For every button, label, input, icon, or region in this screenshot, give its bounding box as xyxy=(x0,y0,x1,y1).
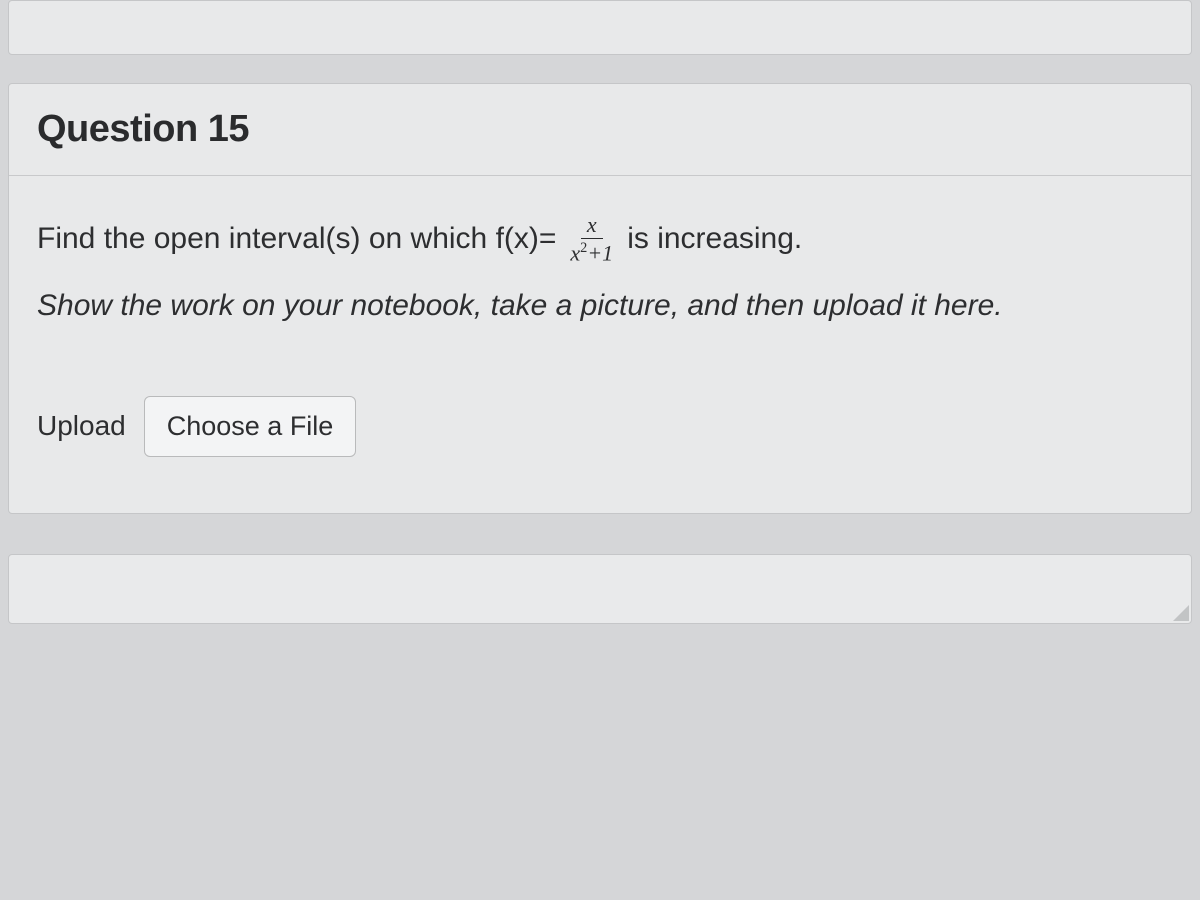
question-body: Find the open interval(s) on which f(x)=… xyxy=(9,176,1191,513)
math-fraction: x x2+1 xyxy=(566,214,617,264)
fraction-numerator: x xyxy=(581,214,603,239)
upload-row: Upload Choose a File xyxy=(37,396,1163,457)
previous-question-panel-edge xyxy=(8,0,1192,55)
fraction-denominator: x2+1 xyxy=(566,239,617,264)
question-title: Question 15 xyxy=(37,108,1163,151)
resize-handle-icon[interactable] xyxy=(1173,605,1189,621)
upload-label: Upload xyxy=(37,410,126,442)
question-panel: Question 15 Find the open interval(s) on… xyxy=(8,83,1192,514)
question-prompt-line-1: Find the open interval(s) on which f(x)=… xyxy=(37,214,1163,264)
question-header: Question 15 xyxy=(9,84,1191,176)
choose-file-button[interactable]: Choose a File xyxy=(144,396,357,457)
question-instruction: Show the work on your notebook, take a p… xyxy=(37,284,1163,328)
next-question-panel-edge xyxy=(8,554,1192,624)
prompt-text-after: is increasing. xyxy=(627,217,802,261)
prompt-text-before: Find the open interval(s) on which f(x)= xyxy=(37,217,556,261)
